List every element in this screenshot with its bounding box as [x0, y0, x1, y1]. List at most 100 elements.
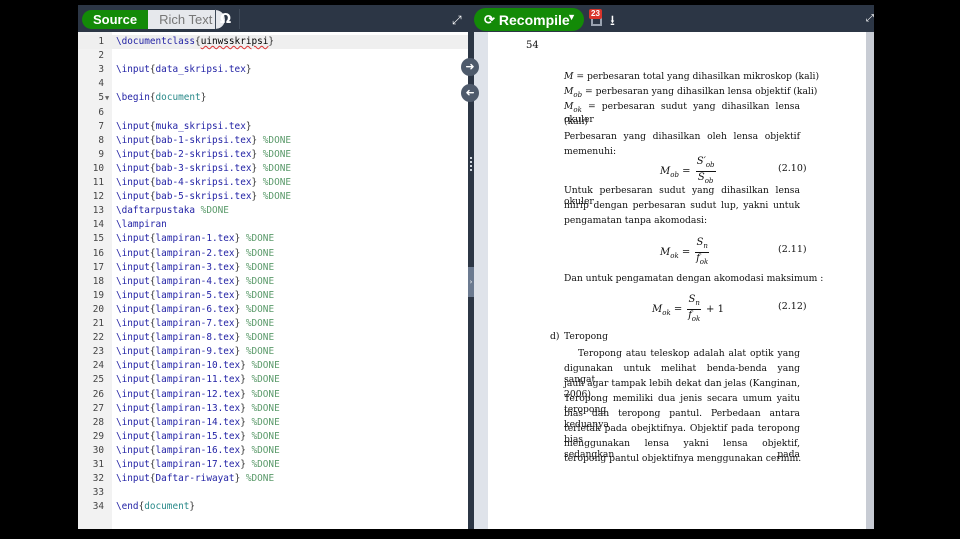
sync-to-code-arrow-icon[interactable]: ➜ [461, 84, 479, 102]
code-token: %DONE [245, 374, 280, 386]
code-line[interactable]: 28 \input{lampiran-14.tex} %DONE [78, 416, 468, 430]
pdf-preview[interactable]: 54 M = perbesaran total yang dihasilkan … [474, 32, 874, 529]
source-mode-button[interactable]: Source [82, 10, 149, 29]
recompile-button[interactable]: ⟳ Recompile ▼ [474, 8, 584, 31]
code-token: %DONE [195, 205, 229, 217]
code-text: \lampiran [116, 218, 167, 232]
fold-toggle-icon[interactable]: ▼ [105, 91, 109, 105]
code-line[interactable]: 13 \daftarpustaka %DONE [78, 204, 468, 218]
expand-editor-icon[interactable]: ⤢ [452, 13, 462, 28]
code-line[interactable]: 34 \end{document} [78, 500, 468, 514]
code-line[interactable]: 32 \input{Daftar-riwayat} %DONE [78, 472, 468, 486]
equation-2-11: Mok = Sn fok [660, 237, 709, 266]
code-line[interactable]: 11 \input{bab-4-skripsi.tex} %DONE [78, 176, 468, 190]
code-text: \documentclass{uinwsskripsi} [116, 35, 274, 49]
code-line[interactable]: 15 \input{lampiran-1.tex} %DONE [78, 232, 468, 246]
code-token: lampiran-3.tex [155, 261, 235, 273]
line-number: 9 [98, 148, 104, 160]
definition-mok: Mok = perbesaran sudut yang dihasilkan l… [564, 101, 800, 125]
code-line[interactable]: 4 [78, 77, 468, 91]
code-token: \input [116, 120, 150, 132]
code-line[interactable]: 14 \lampiran [78, 218, 468, 232]
paragraph-text: mirip dengan perbesaran sudut lup, yakni… [564, 200, 800, 211]
code-line[interactable]: 16 \input{lampiran-2.tex} %DONE [78, 247, 468, 261]
code-line[interactable]: 3 \input{data_skripsi.tex} [78, 63, 468, 77]
code-token: lampiran-6.tex [155, 303, 235, 315]
code-token: %DONE [240, 289, 275, 301]
code-line[interactable]: 2 [78, 49, 468, 63]
code-text: \input{bab-2-skripsi.tex} %DONE [116, 148, 291, 162]
line-number: 2 [98, 50, 104, 62]
code-line[interactable]: 25 \input{lampiran-11.tex} %DONE [78, 373, 468, 387]
refresh-icon: ⟳ [484, 11, 495, 27]
code-token: \input [116, 148, 150, 160]
equation-number: (2.10) [778, 163, 807, 174]
rich-text-mode-button[interactable]: Rich Text [148, 10, 226, 29]
logs-button[interactable]: 23 [589, 9, 605, 27]
line-number: 13 [92, 205, 104, 217]
splitter-grip-icon[interactable] [470, 157, 472, 173]
recompile-options-caret-icon[interactable]: ▼ [567, 12, 576, 22]
code-line[interactable]: 30 \input{lampiran-16.tex} %DONE [78, 444, 468, 458]
code-line[interactable]: 17 \input{lampiran-3.tex} %DONE [78, 261, 468, 275]
code-token: \input [116, 134, 150, 146]
code-line[interactable]: 29 \input{lampiran-15.tex} %DONE [78, 430, 468, 444]
code-text: \input{bab-5-skripsi.tex} %DONE [116, 190, 291, 204]
code-token: \input [116, 162, 150, 174]
expand-pdf-icon[interactable]: ⤢ [866, 13, 874, 24]
code-line[interactable]: 22 \input{lampiran-8.tex} %DONE [78, 331, 468, 345]
code-token: \input [116, 261, 150, 273]
code-token: lampiran-10.tex [155, 360, 241, 372]
code-editor[interactable]: 1 \documentclass{uinwsskripsi} 2 3 \input{da… [78, 32, 468, 529]
code-line[interactable]: 9 \input{bab-2-skripsi.tex} %DONE [78, 148, 468, 162]
code-token: bab-4-skripsi.tex [155, 177, 252, 188]
page-number: 54 [526, 40, 539, 51]
code-line[interactable]: 33 [78, 486, 468, 500]
code-token: \input [116, 473, 150, 485]
code-token: \input [116, 64, 150, 76]
code-text: \input{lampiran-15.tex} %DONE [116, 430, 280, 444]
line-number: 33 [92, 487, 104, 499]
code-token: \end [116, 501, 139, 513]
sync-to-pdf-arrow-icon[interactable]: ➜ [461, 58, 479, 76]
code-line[interactable]: 23 \input{lampiran-9.tex} %DONE [78, 345, 468, 359]
pdf-scrollbar[interactable] [866, 32, 874, 529]
code-token: %DONE [245, 402, 280, 414]
line-number: 22 [92, 332, 104, 344]
code-line[interactable]: 26 \input{lampiran-12.tex} %DONE [78, 388, 468, 402]
code-line[interactable]: 24 \input{lampiran-10.tex} %DONE [78, 359, 468, 373]
code-line[interactable]: 8 \input{bab-1-skripsi.tex} %DONE [78, 134, 468, 148]
code-token: \input [116, 177, 150, 188]
code-line[interactable]: 1 \documentclass{uinwsskripsi} [78, 35, 468, 49]
code-line[interactable]: 7 \input{muka_skripsi.tex} [78, 120, 468, 134]
code-line[interactable]: 6 [78, 106, 468, 120]
code-line[interactable]: 27 \input{lampiran-13.tex} %DONE [78, 402, 468, 416]
code-text: \input{lampiran-16.tex} %DONE [116, 444, 280, 458]
code-line[interactable]: 18 \input{lampiran-4.tex} %DONE [78, 275, 468, 289]
definition-mob: Mob = perbesaran yang dihasilkan lensa o… [564, 86, 818, 99]
line-number: 4 [98, 78, 104, 90]
line-number: 17 [92, 261, 104, 273]
line-number: 10 [92, 162, 104, 174]
code-line[interactable]: 5 ▼ \begin{document} [78, 91, 468, 105]
code-token: \begin [116, 92, 150, 104]
code-line[interactable]: 21 \input{lampiran-7.tex} %DONE [78, 317, 468, 331]
code-line[interactable]: 12 \input{bab-5-skripsi.tex} %DONE [78, 190, 468, 204]
code-token: lampiran-1.tex [155, 233, 235, 245]
line-number: 7 [98, 120, 104, 132]
code-token: \input [116, 247, 150, 259]
code-line[interactable]: 10 \input{bab-3-skripsi.tex} %DONE [78, 162, 468, 176]
code-token: \input [116, 346, 150, 358]
code-token: lampiran-14.tex [155, 416, 241, 428]
symbol-palette-icon[interactable]: Ω [220, 10, 231, 29]
code-token: %DONE [245, 388, 280, 400]
code-line[interactable]: 31 \input{lampiran-17.tex} %DONE [78, 458, 468, 472]
download-pdf-icon[interactable]: ⭳ [610, 10, 615, 34]
line-number: 20 [92, 303, 104, 315]
code-line[interactable]: 19 \input{lampiran-5.tex} %DONE [78, 289, 468, 303]
code-text: \input{bab-3-skripsi.tex} %DONE [116, 162, 291, 176]
code-token: muka_skripsi.tex [155, 120, 246, 132]
code-token: \input [116, 388, 150, 400]
code-line[interactable]: 20 \input{lampiran-6.tex} %DONE [78, 303, 468, 317]
code-token: Daftar-riwayat [155, 473, 235, 485]
